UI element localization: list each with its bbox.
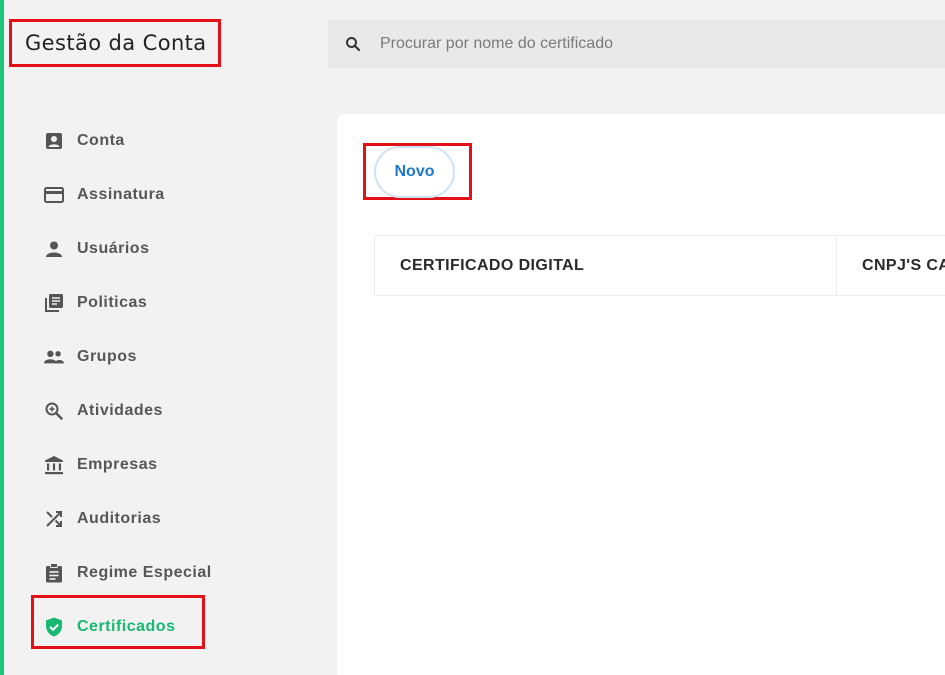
bank-icon [45,456,63,475]
people-icon [44,350,64,364]
sidebar-item-label: Grupos [77,348,137,365]
sidebar-item-label: Certificados [77,618,176,635]
sidebar-item-usuarios[interactable]: Usuários [0,222,320,276]
search-bar[interactable] [328,20,945,68]
sidebar-item-label: Politicas [77,294,148,311]
sidebar-item-label: Empresas [77,456,158,473]
sidebar-item-label: Usuários [77,240,150,257]
account-box-icon [46,133,62,149]
person-icon [46,241,62,257]
library-books-icon [45,294,63,312]
sidebar-nav: Conta Assinatura Usuários Politicas Grup… [0,114,320,654]
sidebar-item-label: Auditorias [77,510,162,527]
sidebar-item-assinatura[interactable]: Assinatura [0,168,320,222]
credit-card-icon [44,187,64,203]
clipboard-icon [46,563,62,583]
column-header-cnpjs[interactable]: CNPJ'S CA [837,236,945,295]
sidebar-item-regime-especial[interactable]: Regime Especial [0,546,320,600]
sidebar-item-empresas[interactable]: Empresas [0,438,320,492]
search-input[interactable] [378,34,945,54]
table-header: CERTIFICADO DIGITAL CNPJ'S CA [374,235,945,296]
sidebar-item-certificados[interactable]: Certificados [0,600,320,654]
shuffle-icon [46,511,62,527]
sidebar-item-auditorias[interactable]: Auditorias [0,492,320,546]
sidebar-item-conta[interactable]: Conta [0,114,320,168]
sidebar-item-label: Atividades [77,402,163,419]
sidebar-item-grupos[interactable]: Grupos [0,330,320,384]
sidebar-item-politicas[interactable]: Politicas [0,276,320,330]
search-icon [346,37,361,52]
column-header-certificado[interactable]: CERTIFICADO DIGITAL [375,236,837,295]
app-title: Gestão da Conta [9,19,221,67]
new-certificate-button[interactable]: Novo [374,146,455,198]
sidebar-item-atividades[interactable]: Atividades [0,384,320,438]
zoom-in-icon [45,402,63,420]
shield-check-icon [46,617,62,637]
sidebar-item-label: Assinatura [77,186,165,203]
sidebar-item-label: Conta [77,132,125,149]
sidebar-item-label: Regime Especial [77,564,212,581]
